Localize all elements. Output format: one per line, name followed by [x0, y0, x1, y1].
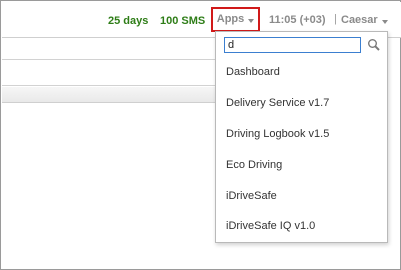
app-item-dashboard[interactable]: Dashboard [216, 57, 387, 88]
app-item-eco-driving[interactable]: Eco Driving [216, 149, 387, 180]
app-item-idrivesafe[interactable]: iDriveSafe [216, 180, 387, 211]
days-remaining: 25 days [108, 15, 149, 27]
toolbar-strip [2, 59, 215, 86]
user-menu-button[interactable]: Caesar [341, 14, 388, 27]
apps-search-input[interactable] [224, 37, 361, 53]
chevron-down-icon [248, 18, 255, 23]
chevron-down-icon [381, 19, 388, 24]
clock: 11:05 (+03) [269, 14, 326, 26]
apps-menu-button[interactable]: Apps [211, 7, 260, 32]
user-name: Caesar [341, 14, 378, 26]
apps-list: Dashboard Delivery Service v1.7 Driving … [216, 57, 387, 242]
app-item-delivery-service[interactable]: Delivery Service v1.7 [216, 88, 387, 119]
table-header-strip [2, 87, 215, 103]
app-item-idrivesafe-iq[interactable]: iDriveSafe IQ v1.0 [216, 211, 387, 242]
search-icon[interactable] [366, 37, 382, 53]
app-item-driving-logbook[interactable]: Driving Logbook v1.5 [216, 119, 387, 150]
apps-menu-label: Apps [216, 13, 245, 25]
apps-dropdown: Dashboard Delivery Service v1.7 Driving … [215, 31, 388, 243]
app-window: 25 days 100 SMS Apps 11:05 (+03) | Caesa… [0, 0, 401, 270]
apps-search-row [224, 37, 382, 55]
sms-balance: 100 SMS [160, 15, 206, 27]
separator: | [334, 13, 337, 25]
